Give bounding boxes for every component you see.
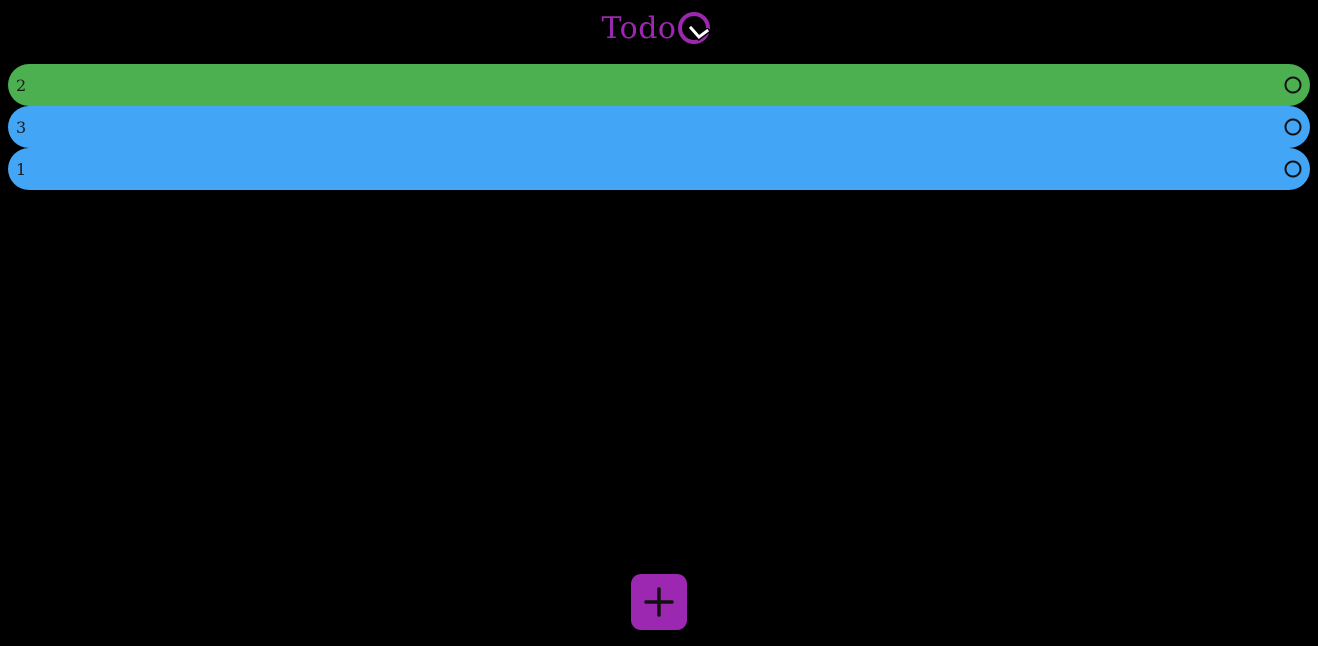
- app-header: Todo: [0, 6, 1318, 52]
- todo-list: 2 3 1: [8, 64, 1310, 190]
- circle-outline-icon[interactable]: [1284, 160, 1302, 178]
- todo-item[interactable]: 3: [8, 106, 1310, 148]
- add-todo-button[interactable]: [631, 574, 687, 630]
- circle-outline-icon[interactable]: [1284, 118, 1302, 136]
- plus-icon: [644, 587, 674, 617]
- todo-item-label: 2: [16, 75, 27, 95]
- circle-check-logo-icon: [677, 12, 710, 44]
- todo-app: Todo 2 3 1: [0, 0, 1318, 646]
- todo-item-label: 1: [16, 159, 27, 179]
- todo-item-label: 3: [16, 117, 27, 137]
- todo-item[interactable]: 2: [8, 64, 1310, 106]
- app-title: Todo: [601, 11, 677, 46]
- circle-outline-icon[interactable]: [1284, 76, 1302, 94]
- todo-item[interactable]: 1: [8, 148, 1310, 190]
- app-logo: Todo: [601, 9, 716, 49]
